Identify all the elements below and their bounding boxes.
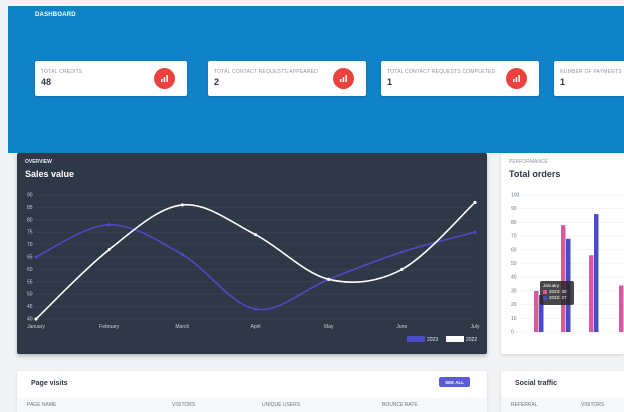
legend-label: 2022 xyxy=(466,337,477,343)
y-tick-label: 60 xyxy=(27,267,33,273)
stat-value: 48 xyxy=(41,77,52,87)
tooltip-title: January xyxy=(543,283,560,288)
page-visits-card: Page visits SEE ALL PAGE NAME VISITORS U… xyxy=(17,371,487,412)
y-tick-label: 90 xyxy=(27,193,33,199)
x-tick-label: July xyxy=(471,324,480,330)
x-tick-label: February xyxy=(99,324,120,330)
y-tick-label: 40 xyxy=(511,275,517,281)
swatch-2023 xyxy=(543,289,547,294)
y-tick-label: 100 xyxy=(511,193,520,199)
orders-bar-chart: 0 10 20 30 40 50 60 70 80 90 100 xyxy=(511,193,624,336)
col-bounce-rate[interactable]: BOUNCE RATE xyxy=(382,402,418,408)
y-tick-label: 55 xyxy=(27,279,33,285)
y-tick-label: 65 xyxy=(27,255,33,261)
y-tick-label: 45 xyxy=(27,304,33,310)
y-tick-label: 70 xyxy=(27,242,33,248)
y-tick-label: 80 xyxy=(27,217,33,223)
data-point-2023 xyxy=(400,250,404,254)
y-tick-label: 70 xyxy=(511,234,517,240)
y-tick-label: 50 xyxy=(511,261,517,267)
page-title: DASHBOARD xyxy=(35,12,76,18)
social-traffic-title: Social traffic xyxy=(515,380,558,387)
stat-card-payments: NUMBER OF PAYMENTS 1 xyxy=(554,61,624,96)
stat-label: NUMBER OF PAYMENTS xyxy=(560,69,622,75)
data-point-2023 xyxy=(107,223,111,227)
legend-label: 2023 xyxy=(427,337,438,343)
chart-bar-icon xyxy=(333,68,354,89)
legend-swatch-2022 xyxy=(446,336,464,342)
see-all-button[interactable]: SEE ALL xyxy=(439,377,470,387)
data-point-2022 xyxy=(473,200,477,205)
x-tick-label: April xyxy=(250,324,260,330)
chart-tooltip: January 2023: 30 2022: 27 xyxy=(540,281,574,305)
legend-swatch-2023 xyxy=(407,336,425,342)
stat-label: TOTAL CONTACT REQUESTS COMPLETED xyxy=(387,69,496,75)
stat-card-total-credits: TOTAL CREDITS 48 xyxy=(35,61,187,96)
data-point-2022 xyxy=(107,247,111,252)
page-visits-title: Page visits xyxy=(31,380,68,387)
data-point-2023 xyxy=(253,307,258,311)
x-tick-label: May xyxy=(324,324,334,330)
social-traffic-card: Social traffic REFERRAL VISITORS xyxy=(501,371,624,412)
x-tick-label: March xyxy=(175,324,189,330)
bar-2022 xyxy=(594,214,599,332)
data-point-2022 xyxy=(327,277,331,281)
data-point-2023 xyxy=(34,255,38,259)
data-point-2023 xyxy=(180,252,184,257)
data-point-2022 xyxy=(180,203,184,207)
y-tick-label: 80 xyxy=(511,220,517,226)
swatch-2022 xyxy=(543,295,547,300)
data-point-2023 xyxy=(473,230,477,234)
y-tick-label: 75 xyxy=(27,230,33,236)
bar-2023 xyxy=(561,225,566,332)
stat-label: TOTAL CONTACT REQUESTS APPEARED xyxy=(214,69,318,75)
tooltip-row: 2023: 30 xyxy=(549,289,567,294)
stat-label: TOTAL CREDITS xyxy=(41,69,83,75)
stat-card-requests-appeared: TOTAL CONTACT REQUESTS APPEARED 2 xyxy=(208,61,366,96)
stat-card-requests-completed: TOTAL CONTACT REQUESTS COMPLETED 1 xyxy=(381,61,539,96)
tooltip-row: 2022: 27 xyxy=(549,295,567,300)
y-tick-label: 40 xyxy=(27,317,33,323)
bar-2023 xyxy=(589,255,594,332)
data-point-2022 xyxy=(34,317,38,321)
y-tick-label: 50 xyxy=(27,292,33,298)
stat-value: 2 xyxy=(214,77,220,87)
bar-2023 xyxy=(534,290,539,332)
sales-line-chart: 40 45 50 55 60 65 70 75 80 85 90 January February Mar… xyxy=(27,193,480,344)
col-visitors[interactable]: VISITORS xyxy=(581,402,604,408)
bar-2023 xyxy=(619,285,624,332)
sales-value-card: OVERVIEW Sales value 40 45 50 55 60 65 70 75 80 8… xyxy=(17,153,487,354)
data-point-2022 xyxy=(253,233,258,237)
col-visitors[interactable]: VISITORS xyxy=(172,402,195,408)
y-tick-label: 90 xyxy=(511,206,517,212)
chart-bar-icon xyxy=(154,68,175,89)
col-page-name[interactable]: PAGE NAME xyxy=(27,402,56,408)
stat-value: 1 xyxy=(560,77,566,87)
x-tick-label: June xyxy=(396,324,407,330)
y-tick-label: 20 xyxy=(511,302,517,308)
total-orders-card: PERFORMANCE Total orders 0 10 20 30 40 50 60 70… xyxy=(501,153,624,354)
series-line-2023 xyxy=(35,223,476,311)
y-tick-label: 0 xyxy=(511,330,514,336)
y-tick-label: 10 xyxy=(511,316,517,322)
col-referral[interactable]: REFERRAL xyxy=(511,402,538,408)
x-tick-label: January xyxy=(27,324,45,330)
data-point-2022 xyxy=(400,267,404,271)
chart-bar-icon xyxy=(506,68,527,89)
stat-value: 1 xyxy=(387,77,393,87)
y-tick-label: 30 xyxy=(511,288,517,294)
col-unique-users[interactable]: UNIQUE USERS xyxy=(262,402,300,408)
y-tick-label: 60 xyxy=(511,247,517,253)
y-tick-label: 85 xyxy=(27,205,33,211)
